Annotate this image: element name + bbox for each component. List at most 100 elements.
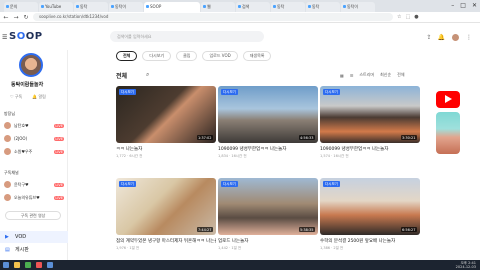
browser-tab[interactable]: 문의	[4, 2, 38, 12]
section-title: 구독채널	[4, 170, 19, 175]
app-icon[interactable]	[47, 262, 53, 268]
channel-avatar[interactable]	[19, 53, 43, 77]
nav-vod[interactable]: ▶ VOD	[0, 231, 68, 243]
browser-tab[interactable]: 동탁	[306, 2, 340, 12]
video-thumbnail[interactable]: 다시보기 1:37:02	[116, 86, 216, 143]
video-grid: 다시보기 1:37:02 ㅋㅋ 나는놀자 1,772 · 6시간 전 다시보기 4:…	[116, 86, 421, 265]
section-title: 방장님	[4, 111, 16, 116]
browser-tab-bar: 문의 YouTube 동탁 동탁이 SOOP 웹 검색 동탁 동탁 동탁이 – …	[0, 0, 480, 12]
filter-chip-replay[interactable]: 다시보기	[142, 51, 172, 61]
video-thumbnail[interactable]: 다시보기 7:44:27	[116, 178, 216, 235]
subscribe-button[interactable]: ♡ 구독	[10, 94, 22, 100]
address-bar-row: ← → ↻ sooplive.co.kr/station/dtk1234/vod…	[0, 12, 480, 23]
channel-avatar-icon	[4, 135, 11, 142]
channel-avatar-icon	[4, 122, 11, 129]
video-thumbnail[interactable]: 다시보기 3:30:21	[320, 86, 420, 143]
video-meta: 1,772 · 6시간 전	[116, 154, 143, 158]
star-icon[interactable]: ☆	[397, 14, 401, 20]
forward-icon[interactable]: →	[13, 14, 19, 21]
filter-chip-upload[interactable]: 업로드 VOD	[202, 51, 238, 61]
more-icon[interactable]: ⋮	[466, 34, 472, 41]
browser-tab[interactable]: 동탁	[271, 2, 305, 12]
channel-avatar-icon	[4, 194, 11, 201]
sidebar-channel-item[interactable]: 남탄호♥ LIVE	[4, 122, 64, 129]
browser-tab[interactable]: 웹	[201, 2, 235, 12]
section-heading: 전체	[116, 73, 128, 80]
search-input[interactable]: 검색어를 입력하세요	[110, 31, 264, 42]
filter-chip-all[interactable]: 전체	[116, 51, 138, 61]
video-thumbnail[interactable]: 다시보기 6:56:27	[320, 178, 420, 235]
promo-thumbnail[interactable]	[436, 112, 460, 154]
video-meta: 1,574 · 16시간 전	[320, 154, 349, 158]
video-title[interactable]: 1090099 냉성무한업ㅋㅋ 나는놀자	[218, 146, 318, 152]
notification-icon[interactable]: 🔔	[438, 34, 445, 41]
video-thumbnail[interactable]: 다시보기 4:56:33	[218, 86, 318, 143]
sort-controls: ▦ ☰ 스트리머 최신순 전체	[340, 72, 405, 78]
chrome-icon[interactable]	[25, 262, 31, 268]
extension-icon[interactable]: ⬚	[405, 14, 410, 20]
sidebar-channel-item[interactable]: 윤탁구♥ LIVE	[4, 181, 64, 188]
os-taskbar: 오후 2:41 2024-12-03	[0, 260, 480, 270]
board-icon: ▤	[5, 247, 10, 253]
clock: 오후 2:41 2024-12-03	[455, 261, 476, 269]
back-icon[interactable]: ←	[3, 14, 9, 21]
browser-tab-active[interactable]: SOOP	[144, 2, 200, 12]
filter-chip-clip[interactable]: 클립	[176, 51, 198, 61]
list-view-icon[interactable]: ☰	[350, 73, 354, 78]
close-icon[interactable]: ✕	[472, 2, 477, 9]
sidebar-channel-item[interactable]: 소원♥우주 LIVE	[4, 148, 64, 155]
browser-tab[interactable]: 동탁이	[341, 2, 375, 12]
video-title[interactable]: 업로드 나는놀자	[218, 238, 318, 244]
maximize-icon[interactable]: □	[460, 2, 466, 9]
window-controls: – □ ✕	[451, 2, 477, 9]
video-title[interactable]: 점의 계약두었본 냉구항 마스터제자 뒤흔해ㅋㅋ 나는놀자	[116, 238, 216, 244]
hamburger-menu-icon[interactable]: ☰	[2, 34, 7, 41]
channel-sidebar: 동탁이람들놀자 ♡ 구독 🔔 알림 방장님 남탄호♥ LIVE (2JOO) LIV…	[0, 50, 68, 260]
related-videos-button[interactable]: 구독 관련 영상	[5, 211, 61, 220]
sort-option[interactable]: 전체	[397, 72, 404, 78]
video-title[interactable]: 수학의 분석결 2500원 앞요배 나는놀자	[320, 238, 420, 244]
start-icon[interactable]	[3, 262, 9, 268]
nav-board[interactable]: ▤ 게시판	[0, 244, 68, 256]
soop-logo[interactable]: SOOP	[9, 31, 43, 42]
channel-avatar-icon	[4, 181, 11, 188]
channel-name: 동탁이람들놀자	[11, 82, 44, 88]
reload-icon[interactable]: ↻	[23, 14, 29, 21]
video-meta: 1,976 · 1일 전	[116, 246, 140, 250]
video-meta: 1,442 · 1일 전	[218, 246, 242, 250]
browser-tab[interactable]: YouTube	[39, 2, 73, 12]
video-card[interactable]: 다시보기 3:30:21 1090099 냉성무한업ㅋㅋ 나는놀자 1,574 ·…	[320, 86, 420, 173]
user-avatar[interactable]	[451, 33, 460, 42]
profile-icon[interactable]: ●	[414, 14, 418, 20]
video-card[interactable]: 다시보기 5:38:35 업로드 나는놀자 1,442 · 1일 전	[218, 178, 318, 265]
vod-icon: ▶	[5, 234, 9, 240]
video-card[interactable]: 다시보기 1:37:02 ㅋㅋ 나는놀자 1,772 · 6시간 전	[116, 86, 216, 173]
browser-tab[interactable]: 검색	[236, 2, 270, 12]
video-title[interactable]: 1090099 냉성무한업ㅋㅋ 나는놀자	[320, 146, 420, 152]
browser-tab[interactable]: 동탁이	[109, 2, 143, 12]
video-card[interactable]: 다시보기 6:56:27 수학의 분석결 2500원 앞요배 나는놀자 1,386…	[320, 178, 420, 265]
app-header: ☰ SOOP 검색어를 입력하세요 ⇪ 🔔 ⋮	[0, 23, 480, 50]
file-explorer-icon[interactable]	[14, 262, 20, 268]
url-field[interactable]: sooplive.co.kr/station/dtk1234/vod	[33, 13, 393, 21]
video-thumbnail[interactable]: 다시보기 5:38:35	[218, 178, 318, 235]
video-meta: 1,386 · 2일 전	[320, 246, 344, 250]
grid-view-icon[interactable]: ▦	[340, 73, 344, 78]
video-card[interactable]: 다시보기 4:56:33 1090099 냉성무한업ㅋㅋ 나는놀자 1,834 ·…	[218, 86, 318, 173]
sidebar-channel-item[interactable]: (2JOO) LIVE	[4, 135, 64, 142]
sort-option[interactable]: 스트리머	[359, 72, 374, 78]
browser-tab[interactable]: 동탁	[74, 2, 108, 12]
video-title[interactable]: ㅋㅋ 나는놀자	[116, 146, 216, 152]
sidebar-channel-item[interactable]: 오늘의유튜브♥ LIVE	[4, 194, 64, 201]
sort-option[interactable]: 최신순	[380, 72, 391, 78]
channel-actions: ♡ 구독 🔔 알림	[10, 94, 46, 100]
upload-icon[interactable]: ⇪	[426, 34, 431, 41]
youtube-logo-icon[interactable]	[436, 91, 460, 108]
video-meta: 1,834 · 16시간 전	[218, 154, 247, 158]
filter-chip-playlist[interactable]: 재생목록	[242, 51, 272, 61]
minimize-icon[interactable]: –	[451, 2, 454, 9]
video-card[interactable]: 다시보기 7:44:27 점의 계약두었본 냉구항 마스터제자 뒤흔해ㅋㅋ 나는놀…	[116, 178, 216, 265]
app-icon[interactable]	[36, 262, 42, 268]
alarm-button[interactable]: 🔔 알림	[32, 94, 46, 100]
section-search-icon[interactable]: ⌕	[146, 71, 149, 79]
